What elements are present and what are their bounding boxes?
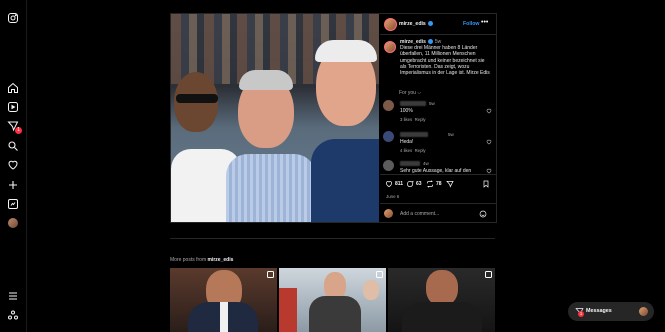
- instagram-logo-icon[interactable]: [7, 12, 19, 24]
- messages-button[interactable]: 1 Messages: [568, 302, 654, 321]
- author-username[interactable]: mirze_edis: [399, 21, 433, 27]
- reposts-count: 78: [436, 181, 442, 187]
- comment-likes[interactable]: 3 likes: [400, 117, 412, 122]
- repost-icon: [426, 180, 434, 188]
- comment-text: 100%: [400, 108, 413, 114]
- more-posts-prefix: More posts from: [170, 257, 207, 263]
- comment-meta: 3 likes Reply: [400, 117, 426, 122]
- menu-icon[interactable]: [7, 290, 19, 302]
- comment-time: 5w: [429, 101, 435, 106]
- comment-button[interactable]: 63: [406, 180, 422, 188]
- reel-icon: [376, 271, 383, 278]
- repost-button[interactable]: 78: [426, 180, 442, 188]
- post-image[interactable]: [171, 14, 379, 222]
- reel-icon: [485, 271, 492, 278]
- notification-badge: 1: [15, 127, 22, 134]
- bookmark-icon: [483, 180, 489, 188]
- comment-item: 5w 100% 3 likes Reply: [383, 100, 493, 126]
- heart-icon[interactable]: [7, 159, 19, 171]
- like-button[interactable]: 811: [385, 180, 403, 188]
- heart-icon: [385, 181, 393, 188]
- messages-badge: 1: [578, 311, 584, 317]
- current-user-avatar: [384, 209, 393, 218]
- comment-avatar[interactable]: [383, 131, 394, 142]
- reel-icon: [267, 271, 274, 278]
- comment-username-blurred[interactable]: [400, 101, 426, 106]
- messenger-icon[interactable]: 1: [7, 120, 22, 134]
- post-side-panel: mirze_edis Follow ••• mirze_edis 5w Diese…: [380, 14, 496, 222]
- comment-reply-button[interactable]: Reply: [415, 117, 426, 122]
- post-header: mirze_edis Follow •••: [380, 14, 496, 35]
- author-avatar[interactable]: [384, 18, 397, 31]
- share-button[interactable]: [446, 180, 454, 188]
- comment-item: 5w Heda! 4 likes Reply: [383, 131, 493, 157]
- comment-avatar[interactable]: [383, 160, 394, 171]
- comment-username-blurred[interactable]: [400, 161, 420, 166]
- comment-sort-dropdown[interactable]: For you ⌵: [399, 90, 421, 96]
- share-icon: [446, 180, 454, 188]
- add-comment-input[interactable]: Add a comment...: [400, 211, 439, 217]
- comment-icon: [407, 180, 414, 188]
- messages-avatar: [639, 307, 648, 316]
- comment-reply-button[interactable]: Reply: [415, 148, 426, 153]
- post-container: mirze_edis Follow ••• mirze_edis 5w Diese…: [170, 13, 497, 223]
- reels-icon[interactable]: [7, 101, 19, 113]
- comment-meta: 4 likes Reply: [400, 148, 426, 153]
- home-icon[interactable]: [7, 82, 19, 94]
- post-caption: mirze_edis 5w Diese drei Männer haben 8 L…: [400, 39, 492, 76]
- comment-time: 4w: [423, 161, 429, 166]
- more-post-thumbnail[interactable]: [170, 268, 277, 332]
- comment-like-heart-icon[interactable]: [486, 139, 492, 145]
- likes-count: 811: [395, 181, 404, 187]
- dashboard-icon[interactable]: [7, 198, 19, 210]
- comment-like-heart-icon[interactable]: [486, 108, 492, 114]
- more-posts-username[interactable]: mirze_edis: [208, 257, 234, 263]
- create-icon[interactable]: [7, 179, 19, 191]
- emoji-icon[interactable]: [479, 210, 487, 218]
- sidebar: 1: [0, 0, 27, 332]
- caption-username[interactable]: mirze_edis: [400, 39, 426, 45]
- comment-text: Heda!: [400, 139, 414, 145]
- verified-icon: [427, 39, 433, 45]
- add-comment-bar: Add a comment...: [380, 203, 496, 224]
- comment-time: 5w: [448, 132, 454, 137]
- comment-username-blurred[interactable]: [400, 132, 428, 137]
- caption-text: Diese drei Männer haben 8 Länder überfal…: [400, 45, 490, 77]
- more-post-thumbnail[interactable]: [388, 268, 495, 332]
- more-options-icon[interactable]: •••: [481, 19, 488, 26]
- comments-count: 63: [416, 181, 422, 187]
- follow-button[interactable]: Follow: [463, 21, 479, 27]
- post-actions: 811 63 78 June 6 Add a comment...: [380, 174, 496, 223]
- comment-avatar[interactable]: [383, 100, 394, 111]
- author-username-text: mirze_edis: [399, 21, 426, 27]
- save-button[interactable]: [482, 180, 490, 188]
- comment-likes[interactable]: 4 likes: [400, 148, 412, 153]
- more-posts-grid: [170, 268, 495, 332]
- search-icon[interactable]: [7, 140, 19, 152]
- more-posts-heading: More posts from mirze_edis: [170, 257, 233, 263]
- section-divider: [170, 238, 495, 239]
- messages-label: Messages: [586, 308, 612, 314]
- threads-icon[interactable]: [7, 309, 19, 321]
- post-date[interactable]: June 6: [386, 194, 399, 199]
- caption-time: 5w: [434, 39, 442, 45]
- more-post-thumbnail[interactable]: [279, 268, 386, 332]
- verified-icon: [427, 21, 433, 27]
- caption-avatar[interactable]: [384, 41, 396, 53]
- comment-item: 4w Sehr gute Aussage, klar auf den: [383, 160, 493, 174]
- profile-avatar[interactable]: [7, 217, 19, 229]
